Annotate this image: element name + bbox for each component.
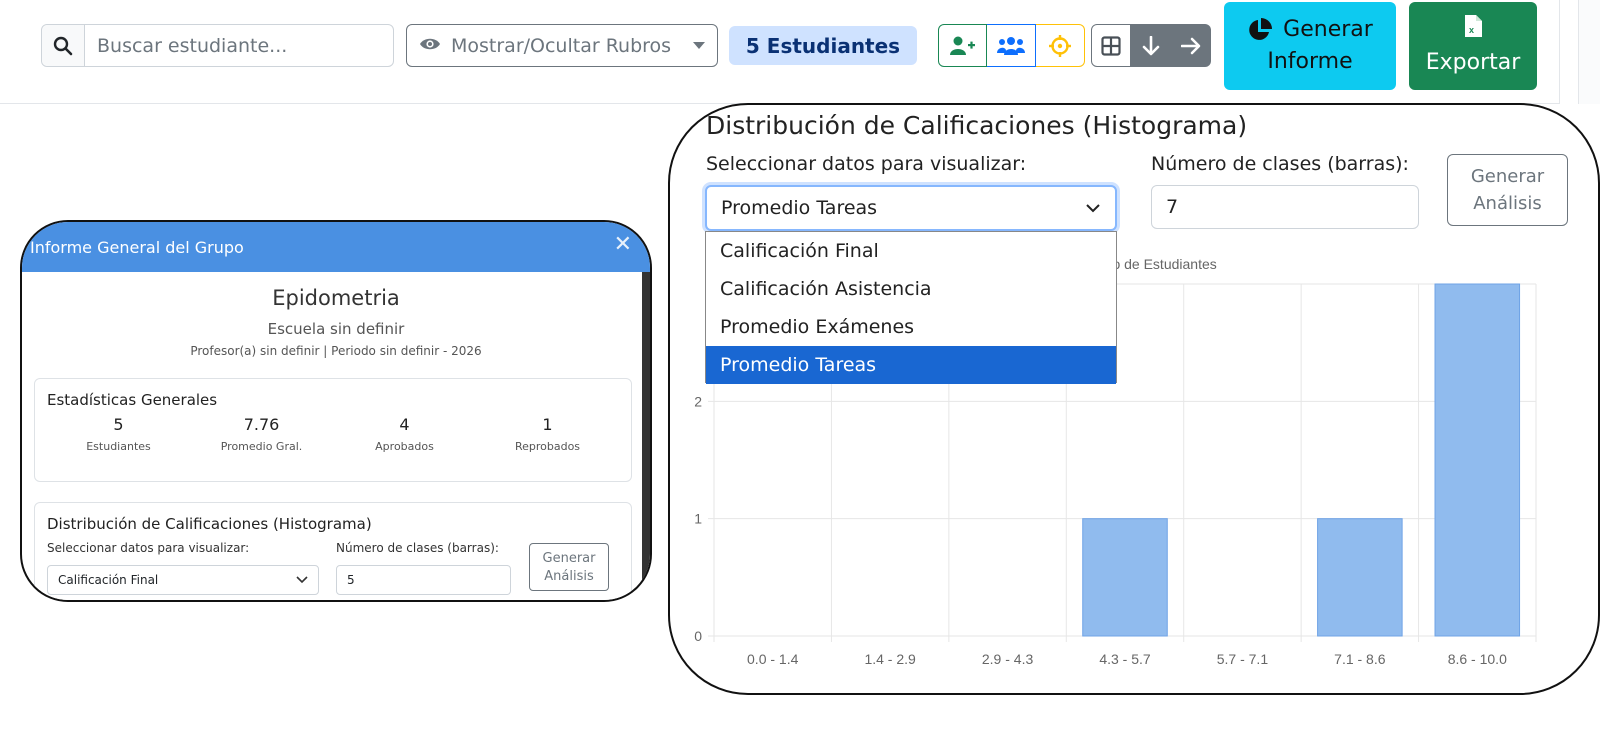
- data-select-dropdown: Calificación Final Calificación Asistenci…: [705, 231, 1117, 384]
- bins-input[interactable]: 7: [1151, 185, 1419, 229]
- generate-report-button[interactable]: Generar Informe: [1224, 2, 1396, 90]
- generate-analysis-label-1: Generar: [542, 551, 596, 566]
- stats-title: Estadísticas Generales: [47, 391, 218, 409]
- add-student-button[interactable]: [938, 24, 987, 67]
- group-report-modal: Informe General del Grupo ✕ Epidometria …: [20, 220, 652, 602]
- histogram-card: Distribución de Calificaciones (Histogra…: [34, 502, 632, 600]
- stat-passed: 4 Aprobados: [375, 415, 434, 453]
- stat-average: 7.76 Promedio Gral.: [220, 415, 303, 453]
- y-tick-label: 2: [694, 393, 702, 409]
- export-button[interactable]: x Exportar: [1409, 2, 1537, 90]
- x-tick-label: 7.1 - 8.6: [1334, 651, 1386, 667]
- histogram-title: Distribución de Calificaciones (Histogra…: [706, 111, 1248, 140]
- general-stats-card: Estadísticas Generales 5 Estudiantes 7.76…: [34, 378, 632, 482]
- search-group: [41, 24, 394, 67]
- histogram-card-title: Distribución de Calificaciones (Histogra…: [47, 515, 372, 533]
- toggle-rubrics-button[interactable]: Mostrar/Ocultar Rubros: [406, 24, 718, 67]
- arrow-down-icon: [1142, 35, 1160, 55]
- caret-down-icon: [693, 42, 705, 49]
- generate-analysis-label-1: Generar: [1470, 166, 1545, 187]
- file-excel-icon: x: [1465, 15, 1482, 37]
- data-select[interactable]: Calificación Final: [47, 565, 319, 595]
- users-icon: [997, 36, 1025, 55]
- toolbar: Mostrar/Ocultar Rubros 5 Estudiantes Gen…: [0, 0, 1560, 104]
- dropdown-option[interactable]: Calificación Asistencia: [706, 270, 1116, 308]
- y-axis-label: ero de Estudiantes: [1100, 256, 1217, 272]
- generate-analysis-button[interactable]: Generar Análisis: [1447, 154, 1568, 226]
- x-tick-label: 4.3 - 5.7: [1099, 651, 1151, 667]
- crosshairs-icon: [1049, 34, 1071, 57]
- select-data-label: Seleccionar datos para visualizar:: [47, 541, 250, 555]
- student-count-badge: 5 Estudiantes: [729, 26, 917, 65]
- generate-analysis-label-2: Análisis: [1473, 193, 1542, 214]
- stat-failed: 1 Reprobados: [514, 415, 581, 453]
- bins-input-value: 7: [1166, 196, 1179, 218]
- generate-analysis-button[interactable]: Generar Análisis: [529, 543, 609, 591]
- user-plus-icon: [949, 36, 975, 55]
- x-tick-label: 2.9 - 4.3: [982, 651, 1034, 667]
- close-icon[interactable]: ✕: [614, 234, 632, 256]
- stat-students: 5 Estudiantes: [86, 415, 151, 453]
- stats-row: 5 Estudiantes 7.76 Promedio Gral. 4 Aprobad…: [47, 415, 619, 453]
- generate-report-label-2: Informe: [1267, 49, 1353, 74]
- histogram-bar: [1317, 518, 1403, 637]
- x-tick-label: 0.0 - 1.4: [747, 651, 799, 667]
- bins-label: Número de clases (barras):: [1151, 153, 1409, 175]
- x-tick-label: 8.6 - 10.0: [1448, 651, 1507, 667]
- move-down-button[interactable]: [1131, 24, 1171, 67]
- student-actions-group: [938, 24, 1085, 67]
- teacher-period: Profesor(a) sin definir | Periodo sin de…: [190, 344, 482, 358]
- backdrop-edge: [642, 272, 650, 600]
- course-name: Epidometria: [272, 286, 400, 310]
- school-name: Escuela sin definir: [267, 320, 405, 338]
- data-select[interactable]: Promedio Tareas: [705, 185, 1117, 231]
- export-label: Exportar: [1425, 50, 1521, 75]
- dropdown-option[interactable]: Promedio Exámenes: [706, 308, 1116, 346]
- search-input[interactable]: [85, 25, 393, 66]
- bins-input-value: 5: [347, 573, 355, 587]
- move-right-button[interactable]: [1171, 24, 1211, 67]
- chevron-down-icon: [1086, 204, 1100, 213]
- svg-text:x: x: [1469, 25, 1474, 35]
- generate-analysis-label-2: Análisis: [544, 569, 594, 584]
- x-tick-label: 1.4 - 2.9: [864, 651, 916, 667]
- data-select-value: Promedio Tareas: [721, 197, 878, 219]
- target-button[interactable]: [1036, 24, 1085, 67]
- modal-title: Informe General del Grupo: [30, 237, 244, 257]
- chevron-down-icon: [296, 576, 308, 584]
- arrow-right-icon: [1181, 37, 1201, 54]
- x-tick-label: 5.7 - 7.1: [1217, 651, 1269, 667]
- table-grid-icon: [1101, 35, 1121, 56]
- generate-report-label-1: Generar: [1283, 17, 1373, 42]
- histogram-panel: 0 1 2 ero de Estudiantes 0.0 - 1.4 1.4 - 2.9 2…: [668, 103, 1600, 695]
- y-tick-label: 1: [694, 511, 702, 527]
- eye-icon: [419, 35, 441, 57]
- page-scroll-edge: [1578, 0, 1600, 104]
- grid-view-button[interactable]: [1091, 24, 1131, 67]
- search-icon: [42, 25, 85, 66]
- data-select-value: Calificación Final: [58, 573, 159, 587]
- select-data-label: Seleccionar datos para visualizar:: [706, 153, 1027, 175]
- view-actions-group: [1091, 24, 1211, 67]
- y-tick-label: 0: [694, 628, 702, 644]
- bins-label: Número de clases (barras):: [336, 541, 499, 555]
- histogram-bar: [1082, 518, 1168, 637]
- histogram-bar: [1434, 283, 1521, 637]
- bins-input[interactable]: 5: [336, 565, 511, 595]
- modal-header: Informe General del Grupo: [22, 222, 650, 272]
- group-students-button[interactable]: [987, 24, 1036, 67]
- pie-chart-icon: [1249, 18, 1273, 40]
- dropdown-option[interactable]: Promedio Tareas: [706, 346, 1116, 384]
- dropdown-option[interactable]: Calificación Final: [706, 232, 1116, 270]
- toggle-rubrics-label: Mostrar/Ocultar Rubros: [451, 34, 672, 57]
